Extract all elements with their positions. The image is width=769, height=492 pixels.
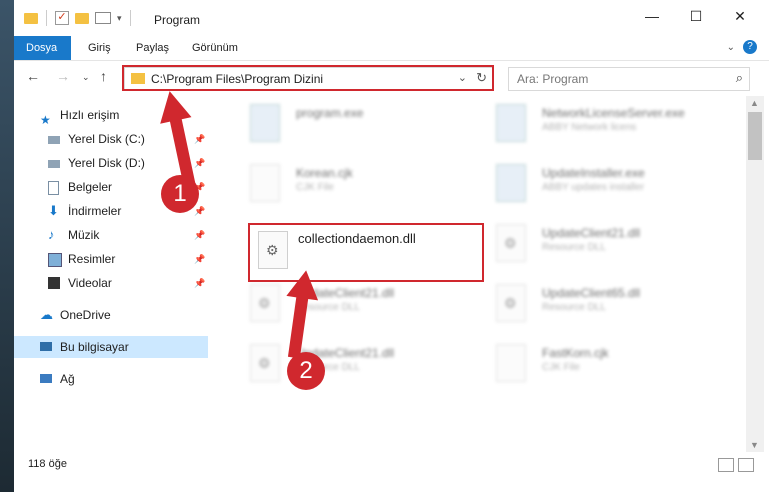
close-button[interactable]: ✕	[728, 8, 752, 25]
document-icon	[48, 181, 59, 195]
file-icon	[496, 344, 526, 382]
file-item[interactable]: UpdateClient21.dll Resource DLL	[488, 220, 728, 270]
file-item[interactable]: NetworkLicenseServer.exe ABBY Network li…	[488, 100, 728, 150]
new-folder-icon[interactable]	[75, 12, 89, 24]
callout-badge-2: 2	[287, 352, 325, 390]
title-bar: ✓ ▾ Program — ☐ ✕	[14, 0, 769, 36]
computer-icon	[40, 342, 52, 351]
sidebar-item-pictures[interactable]: Resimler 📌	[14, 248, 208, 270]
desktop-background	[0, 0, 14, 492]
scroll-down-icon[interactable]: ▼	[750, 440, 759, 450]
address-highlight	[122, 65, 494, 91]
expand-ribbon-icon[interactable]: ⌄	[727, 42, 735, 53]
search-box[interactable]: Ara: Program ⌕	[508, 67, 750, 91]
maximize-button[interactable]: ☐	[684, 8, 708, 25]
tab-paylas[interactable]: Paylaş	[124, 36, 181, 60]
properties-icon[interactable]	[95, 12, 111, 24]
vertical-scrollbar[interactable]: ▲ ▼	[746, 96, 764, 452]
dll-file-icon	[258, 231, 288, 269]
file-item[interactable]: UpdateClient21.dll Resource DLL	[242, 340, 482, 390]
properties-check-icon[interactable]: ✓	[55, 11, 69, 25]
video-icon	[48, 277, 60, 289]
window-title: Program	[154, 13, 201, 27]
sidebar-item-network[interactable]: Ağ	[14, 368, 208, 390]
pin-icon[interactable]: 📌	[194, 248, 205, 270]
dll-file-icon	[250, 284, 280, 322]
file-item[interactable]: program.exe	[242, 100, 482, 150]
file-item[interactable]: Korean.cjk CJK File	[242, 160, 482, 210]
toolbar-divider	[129, 10, 131, 26]
scrollbar-thumb[interactable]	[748, 112, 762, 160]
dll-file-icon	[496, 284, 526, 322]
drive-icon	[48, 136, 60, 144]
search-placeholder: Ara: Program	[517, 72, 589, 86]
exe-file-icon	[496, 164, 526, 202]
file-item[interactable]: UpdateClient65.dll Resource DLL	[488, 280, 728, 330]
pin-icon[interactable]: 📌	[194, 224, 205, 246]
callout-badge-1: 1	[161, 175, 199, 213]
sidebar-item-this-pc[interactable]: Bu bilgisayar	[14, 336, 208, 358]
pictures-icon	[48, 253, 62, 267]
navigation-bar: ← → ⌄ ↑ C:\Program Files\Program Dizini …	[14, 62, 769, 94]
tab-giris[interactable]: Giriş	[76, 36, 123, 60]
download-icon: ⬇	[48, 203, 59, 218]
file-item[interactable]: FastKorn.cjk CJK File	[488, 340, 728, 390]
file-icon	[250, 164, 280, 202]
folder-icon	[24, 12, 38, 24]
file-item[interactable]: UpdateClient21.dll Resource DLL	[242, 280, 482, 330]
network-icon	[40, 374, 52, 383]
drive-icon	[48, 160, 60, 168]
sidebar-item-videos[interactable]: Videolar 📌	[14, 272, 208, 294]
help-icon[interactable]: ?	[743, 40, 757, 54]
back-icon[interactable]: ←	[26, 68, 40, 84]
details-view-icon[interactable]	[718, 458, 734, 472]
toolbar-divider	[46, 10, 47, 26]
sidebar-item-music[interactable]: ♪ Müzik 📌	[14, 224, 208, 246]
file-item[interactable]: UpdateInstaller.exe ABBY updates install…	[488, 160, 728, 210]
recent-locations-icon[interactable]: ⌄	[82, 72, 90, 83]
customize-chevron-icon[interactable]: ▾	[117, 13, 122, 24]
ribbon-tabs: Dosya Giriş Paylaş Görünüm ⌄ ?	[14, 36, 769, 61]
large-icons-view-icon[interactable]	[738, 458, 754, 472]
up-icon[interactable]: ↑	[100, 68, 107, 84]
minimize-button[interactable]: —	[640, 8, 664, 24]
forward-icon[interactable]: →	[56, 68, 70, 84]
exe-file-icon	[496, 104, 526, 142]
arrow-to-file	[286, 270, 319, 359]
tab-dosya[interactable]: Dosya	[14, 36, 71, 60]
tab-gorunum[interactable]: Görünüm	[180, 36, 250, 60]
exe-file-icon	[250, 104, 280, 142]
item-count: 118 öğe	[28, 458, 67, 470]
scroll-up-icon[interactable]: ▲	[750, 98, 759, 108]
quick-access-toolbar: ✓ ▾	[24, 10, 133, 26]
status-bar: 118 öğe	[14, 452, 769, 476]
star-icon: ★	[40, 113, 51, 127]
dll-file-icon	[250, 344, 280, 382]
explorer-window: ✓ ▾ Program — ☐ ✕ Dosya Giriş Paylaş Gör…	[14, 0, 769, 492]
sidebar-item-onedrive[interactable]: ☁ OneDrive	[14, 304, 208, 326]
cloud-icon: ☁	[40, 307, 53, 322]
search-icon: ⌕	[735, 70, 743, 85]
music-icon: ♪	[48, 227, 55, 242]
dll-file-icon	[496, 224, 526, 262]
pin-icon[interactable]: 📌	[194, 272, 205, 294]
